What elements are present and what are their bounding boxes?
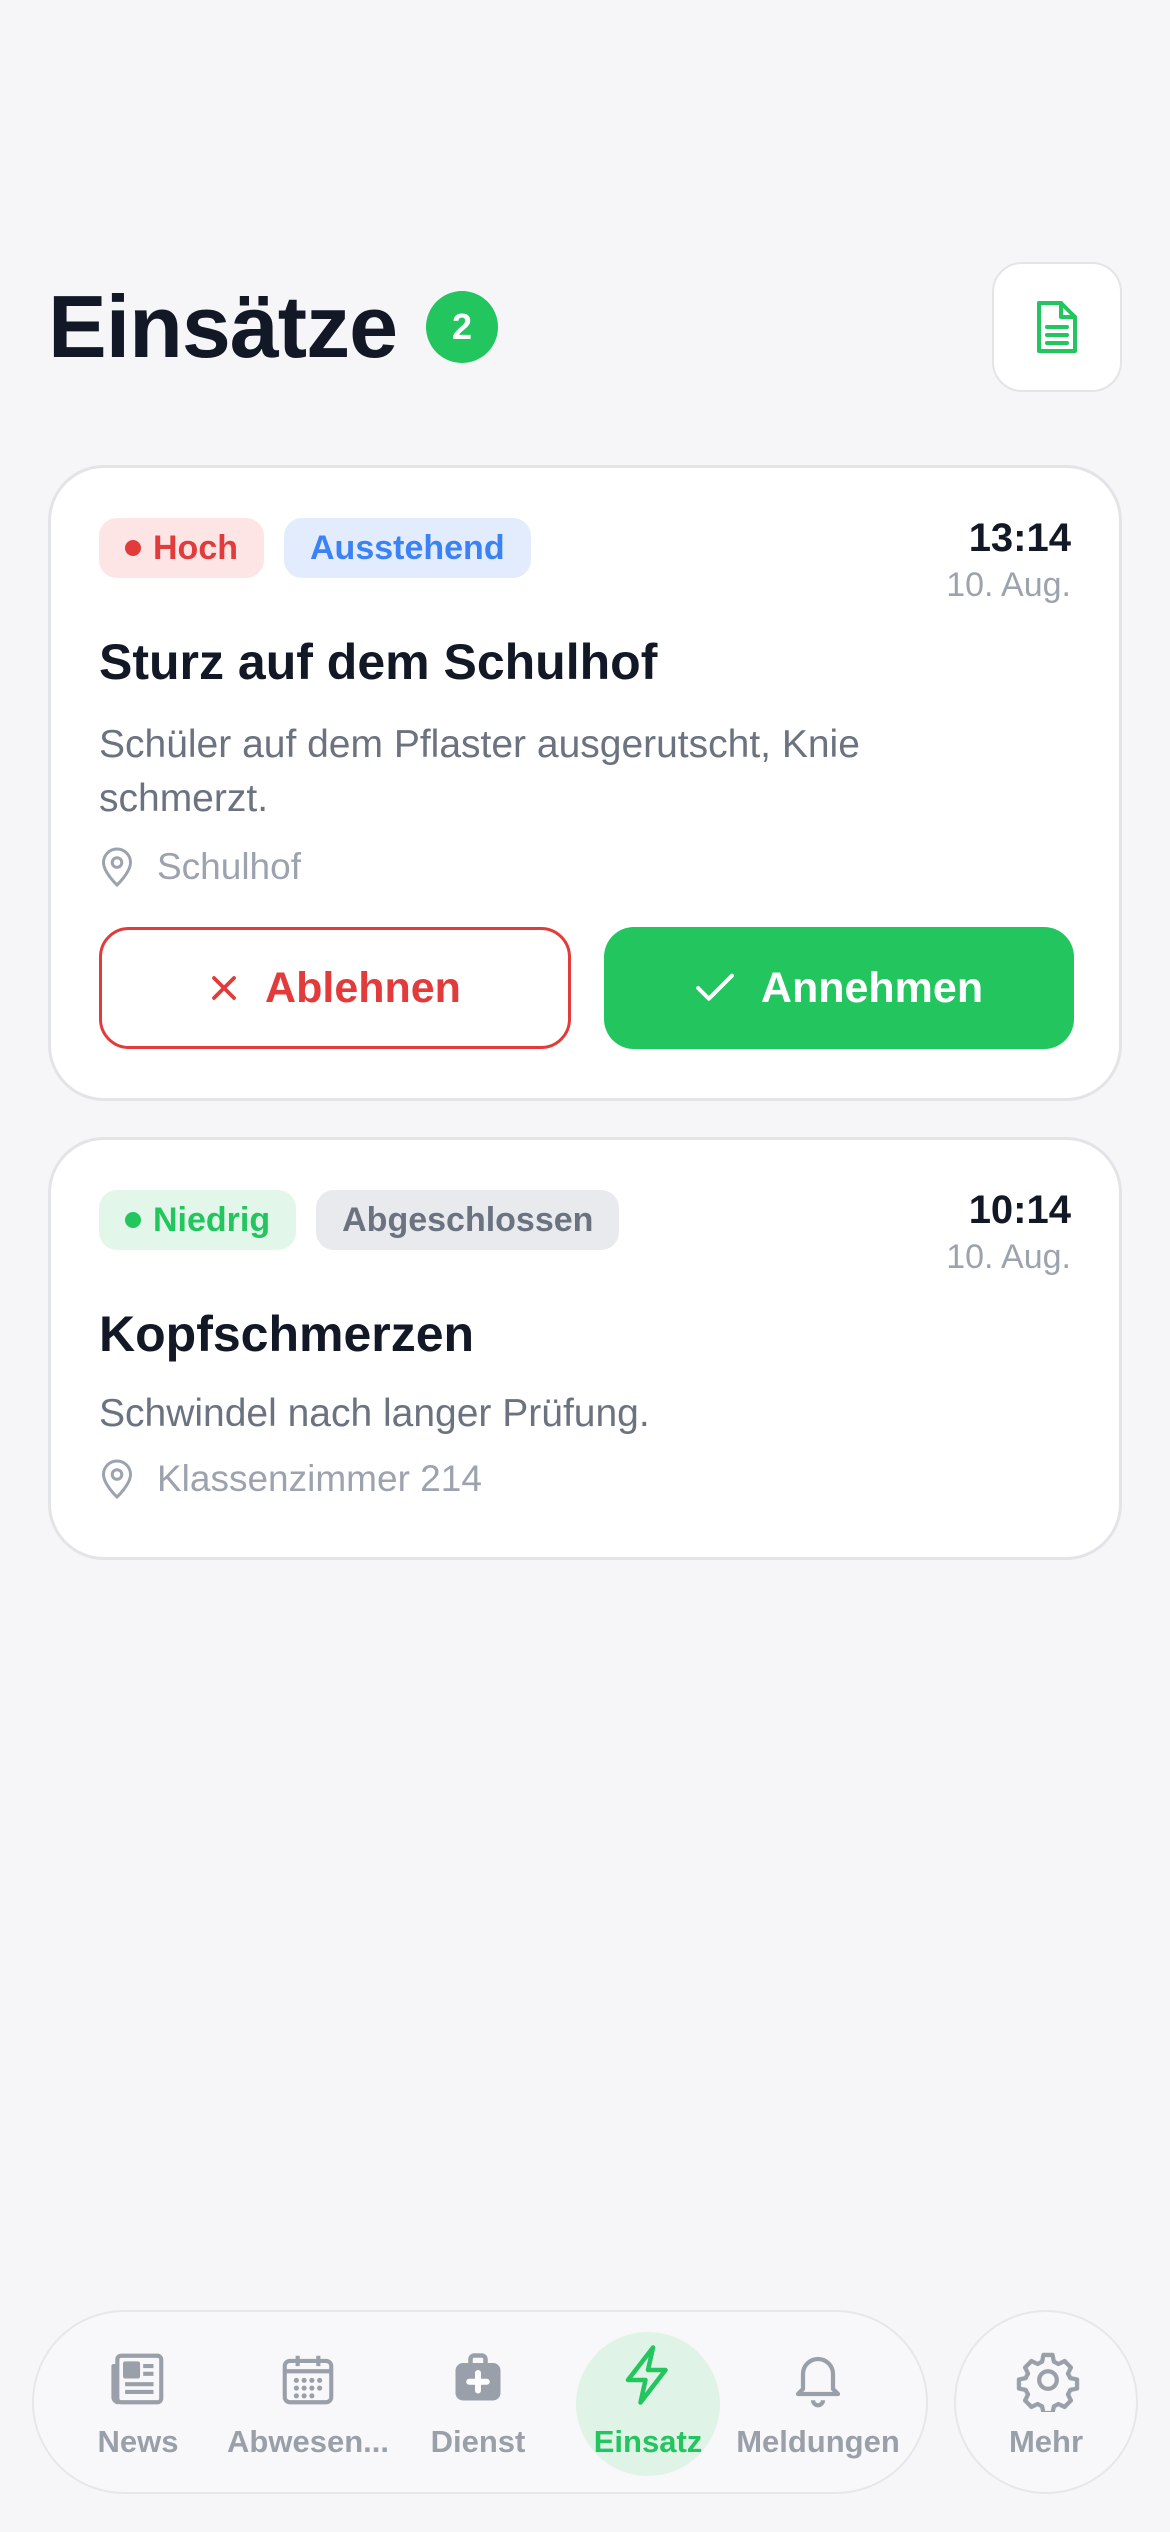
tab-label: Mehr: [1008, 2424, 1084, 2459]
accept-label: Annehmen: [760, 963, 984, 1012]
calendar-icon: [276, 2348, 340, 2412]
incident-date: 10. Aug.: [946, 1238, 1071, 1276]
incident-description: Schüler auf dem Pflaster ausgerutscht, K…: [99, 723, 860, 820]
page-title: Einsätze: [48, 277, 398, 376]
page-header: Einsätze 2: [48, 258, 1122, 394]
incident-description: Schwindel nach langer Prüfung.: [99, 1392, 650, 1435]
incidents-screen: Einsätze 2 Hoch Ausstehend 13:14 10. Aug…: [0, 0, 1170, 2532]
incident-location: Schulhof: [99, 846, 301, 888]
decline-label: Ablehnen: [265, 963, 461, 1012]
gear-icon: [1016, 2348, 1080, 2417]
location-pin-icon: [101, 1459, 133, 1500]
tab-news[interactable]: News: [52, 2312, 224, 2496]
incident-tags: Niedrig Abgeschlossen: [99, 1190, 620, 1250]
checkmark-icon: [695, 973, 734, 1001]
report-button[interactable]: [992, 262, 1122, 392]
tab-label: News: [97, 2424, 179, 2459]
priority-label: Hoch: [153, 528, 238, 567]
newspaper-icon: [106, 2348, 170, 2412]
tab-more[interactable]: Mehr: [954, 2310, 1138, 2494]
tab-duty[interactable]: Dienst: [392, 2312, 564, 2496]
lightning-icon: [616, 2342, 680, 2406]
priority-dot-icon: [125, 1212, 141, 1228]
incident-date: 10. Aug.: [946, 566, 1071, 604]
priority-badge: Hoch: [99, 518, 264, 578]
incident-title: Sturz auf dem Schulhof: [99, 634, 658, 690]
incident-count-badge: 2: [426, 291, 498, 363]
status-badge: Ausstehend: [284, 518, 531, 578]
priority-label: Niedrig: [153, 1200, 271, 1239]
incident-card[interactable]: Hoch Ausstehend 13:14 10. Aug. Sturz auf…: [48, 465, 1122, 1101]
incident-title: Kopfschmerzen: [99, 1306, 475, 1362]
incident-time: 10:14: [968, 1188, 1071, 1232]
incident-time: 13:14: [968, 516, 1071, 560]
bell-icon: [786, 2348, 850, 2412]
decline-button[interactable]: Ablehnen: [99, 927, 571, 1049]
location-label: Schulhof: [157, 846, 301, 887]
accept-button[interactable]: Annehmen: [604, 927, 1074, 1049]
bottom-tab-bar: News Abwesen... Dienst Einsatz Meldungen: [32, 2310, 928, 2494]
location-pin-icon: [101, 847, 133, 888]
incident-card[interactable]: Niedrig Abgeschlossen 10:14 10. Aug. Kop…: [48, 1137, 1122, 1560]
tab-label: Einsatz: [593, 2424, 703, 2459]
medical-bag-icon: [446, 2348, 510, 2412]
status-badge: Abgeschlossen: [316, 1190, 620, 1250]
priority-badge: Niedrig: [99, 1190, 297, 1250]
location-label: Klassenzimmer 214: [157, 1458, 482, 1499]
incident-location: Klassenzimmer 214: [99, 1458, 482, 1500]
tab-absences[interactable]: Abwesen...: [222, 2312, 394, 2496]
tab-label: Abwesen...: [227, 2424, 389, 2459]
priority-dot-icon: [125, 540, 141, 556]
tab-label: Dienst: [430, 2424, 526, 2459]
tab-incidents[interactable]: Einsatz: [562, 2312, 734, 2496]
close-icon: [212, 976, 236, 1000]
tab-label: Meldungen: [736, 2424, 900, 2459]
document-icon: [1037, 301, 1077, 353]
incident-tags: Hoch Ausstehend: [99, 518, 531, 578]
tab-notifications[interactable]: Meldungen: [732, 2312, 904, 2496]
